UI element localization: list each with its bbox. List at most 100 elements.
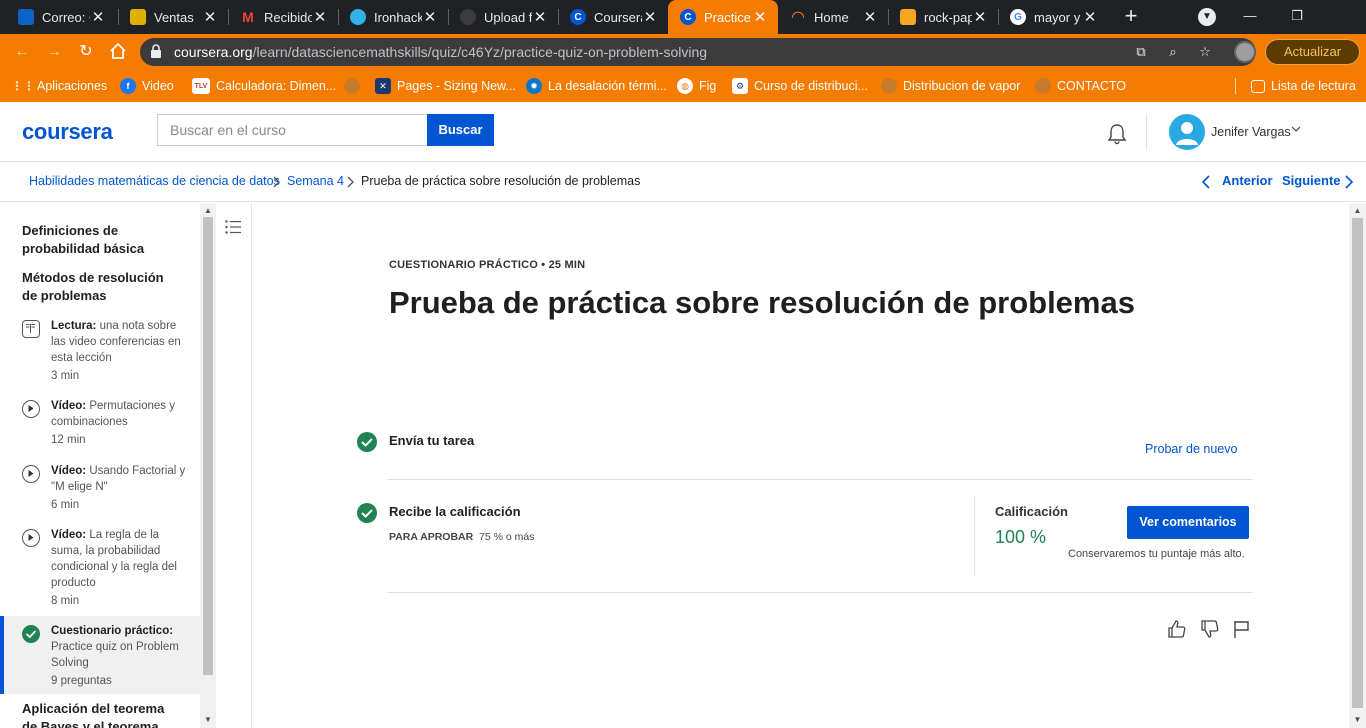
bookmark-item[interactable]: f Video	[120, 77, 174, 95]
bookmark-item[interactable]: ⋮⋮ Aplicaciones	[11, 77, 107, 95]
notebook-favicon-icon	[900, 9, 916, 25]
tab-title: rock-pap	[924, 9, 972, 25]
close-icon[interactable]: ✕	[90, 8, 106, 26]
browser-tab[interactable]: ◠ Home ✕	[778, 0, 888, 34]
tab-title: Ironhack	[374, 9, 422, 25]
bookmark-item[interactable]: ⚙ Curso de distribuci...	[732, 77, 868, 95]
translate-icon[interactable]: ⧉	[1132, 43, 1150, 61]
chevron-down-icon[interactable]	[1290, 123, 1302, 135]
pass-label: PARA APROBAR	[389, 531, 474, 543]
thumbs-up-icon[interactable]	[1167, 619, 1187, 639]
reload-icon[interactable]: ↻	[76, 42, 96, 62]
close-icon[interactable]: ✕	[862, 8, 878, 26]
scrollbar-thumb[interactable]	[203, 217, 213, 675]
browser-tab-active[interactable]: C Practice ✕	[668, 0, 778, 34]
globe-icon	[881, 78, 897, 94]
previous-link[interactable]: Anterior	[1222, 173, 1273, 188]
minimize-button[interactable]: —	[1240, 6, 1260, 26]
outline-toggle-column	[216, 203, 252, 728]
section-title[interactable]: Métodos de resolución de problemas	[22, 269, 182, 305]
restore-button[interactable]: ❐	[1287, 6, 1307, 26]
coursera-logo[interactable]: coursera	[22, 119, 113, 145]
chevron-right-icon[interactable]	[1344, 174, 1354, 190]
next-link[interactable]: Siguiente	[1282, 173, 1341, 188]
scroll-up-icon[interactable]: ▲	[1349, 206, 1366, 215]
view-feedback-button[interactable]: Ver comentarios	[1127, 506, 1249, 539]
sidebar-item-video[interactable]: Vídeo: Usando Factorial y "M elige N" 6 m…	[0, 463, 200, 518]
browser-tab[interactable]: Upload f ✕	[448, 0, 558, 34]
back-icon[interactable]: ←	[12, 42, 32, 62]
scroll-down-icon[interactable]: ▼	[1349, 715, 1366, 724]
bookmark-item[interactable]: ◍ Fig	[677, 77, 716, 95]
course-sidebar: Definiciones de probabilidad básica Méto…	[0, 203, 200, 728]
zoom-icon[interactable]: ⌕	[1164, 43, 1182, 61]
browser-tab[interactable]: Correo: C ✕	[6, 0, 116, 34]
address-bar[interactable]: coursera.org/learn/datasciencemathskills…	[140, 38, 1256, 66]
browser-tab[interactable]: G mayor y ✕	[998, 0, 1108, 34]
reading-list[interactable]: Lista de lectura	[1251, 77, 1356, 95]
item-kicker: CUESTIONARIO PRÁCTICO • 25 MIN	[389, 259, 586, 271]
new-tab-button[interactable]: +	[1119, 4, 1143, 28]
update-button[interactable]: Actualizar	[1265, 39, 1360, 65]
tab-search-icon[interactable]: ▼	[1198, 8, 1216, 26]
bookmark-item[interactable]: TLV Calculadora: Dimen...	[192, 77, 336, 95]
bookmark-item[interactable]: ✹ La desalación térmi...	[526, 77, 667, 95]
scroll-up-icon[interactable]: ▲	[200, 206, 216, 215]
close-icon[interactable]: ✕	[202, 8, 218, 26]
chevron-right-icon	[347, 176, 354, 188]
search-input[interactable]	[157, 114, 428, 146]
breadcrumb-week[interactable]: Semana 4	[287, 174, 344, 188]
section-title[interactable]: Aplicación del teorema de Bayes y el teo…	[22, 700, 182, 728]
browser-tab[interactable]: C Coursera ✕	[558, 0, 668, 34]
facebook-icon: f	[120, 78, 136, 94]
home-icon[interactable]	[108, 42, 128, 62]
bookmark-item[interactable]	[344, 77, 366, 95]
section-title[interactable]: Definiciones de probabilidad básica	[22, 222, 182, 258]
close-icon[interactable]: ✕	[312, 8, 328, 26]
main-scrollbar[interactable]: ▲ ▼	[1349, 203, 1366, 728]
browser-toolbar: ← → ↻ coursera.org/learn/datasciencemath…	[0, 34, 1366, 70]
sidebar-item-quiz[interactable]: Cuestionario práctico: Practice quiz on …	[0, 616, 200, 694]
close-icon[interactable]: ✕	[1082, 8, 1098, 26]
flag-icon[interactable]	[1232, 619, 1252, 639]
browser-tab[interactable]: Ventas ✕	[118, 0, 228, 34]
bookmark-item[interactable]: CONTACTO	[1035, 77, 1126, 95]
sidebar-item-reading[interactable]: Lectura: una nota sobre las video confer…	[0, 318, 200, 388]
profile-avatar[interactable]	[1234, 41, 1256, 63]
sidebar-item-video[interactable]: Vídeo: Permutaciones y combinaciones 12 m…	[0, 398, 200, 453]
bookmark-item[interactable]: ✕ Pages - Sizing New...	[375, 77, 516, 95]
sidebar-item-label: Vídeo: Permutaciones y combinaciones 12 m…	[51, 400, 175, 446]
user-avatar[interactable]	[1169, 114, 1205, 150]
user-name[interactable]: Jenifer Vargas	[1211, 125, 1291, 139]
play-icon	[22, 529, 40, 547]
tab-title: Recibido	[264, 9, 312, 25]
sidebar-item-video[interactable]: Vídeo: La regla de la suma, la probabili…	[0, 527, 200, 609]
globe-icon	[1035, 78, 1051, 94]
forward-icon[interactable]: →	[44, 42, 64, 62]
thumbs-down-icon[interactable]	[1200, 619, 1220, 639]
list-icon[interactable]	[224, 218, 242, 236]
bookmark-item[interactable]: Distribucion de vapor	[881, 77, 1020, 95]
browser-tab[interactable]: Ironhack ✕	[338, 0, 448, 34]
bell-icon[interactable]	[1106, 123, 1128, 145]
browser-tab[interactable]: M Recibido ✕	[228, 0, 338, 34]
close-icon[interactable]: ✕	[752, 8, 768, 26]
play-icon	[22, 465, 40, 483]
close-icon[interactable]: ✕	[972, 8, 988, 26]
sidebar-scrollbar[interactable]: ▲ ▼	[200, 203, 216, 728]
close-icon[interactable]: ✕	[532, 8, 548, 26]
search-button[interactable]: Buscar	[427, 114, 494, 146]
outlook-favicon-icon	[18, 9, 34, 25]
breadcrumb-course[interactable]: Habilidades matemáticas de ciencia de da…	[29, 174, 280, 188]
keep-highest-note: Conservaremos tu puntaje más alto.	[1068, 548, 1245, 560]
grade-step-title: Recibe la calificación	[389, 504, 521, 519]
try-again-link[interactable]: Probar de nuevo	[1145, 442, 1237, 456]
bookmark-star-icon[interactable]: ☆	[1196, 43, 1214, 61]
scroll-down-icon[interactable]: ▼	[200, 715, 216, 724]
chevron-left-icon[interactable]	[1201, 174, 1211, 190]
close-icon[interactable]: ✕	[642, 8, 658, 26]
scrollbar-thumb[interactable]	[1352, 218, 1363, 708]
tab-title: Upload f	[484, 9, 532, 25]
close-icon[interactable]: ✕	[422, 8, 438, 26]
browser-tab[interactable]: rock-pap ✕	[888, 0, 998, 34]
